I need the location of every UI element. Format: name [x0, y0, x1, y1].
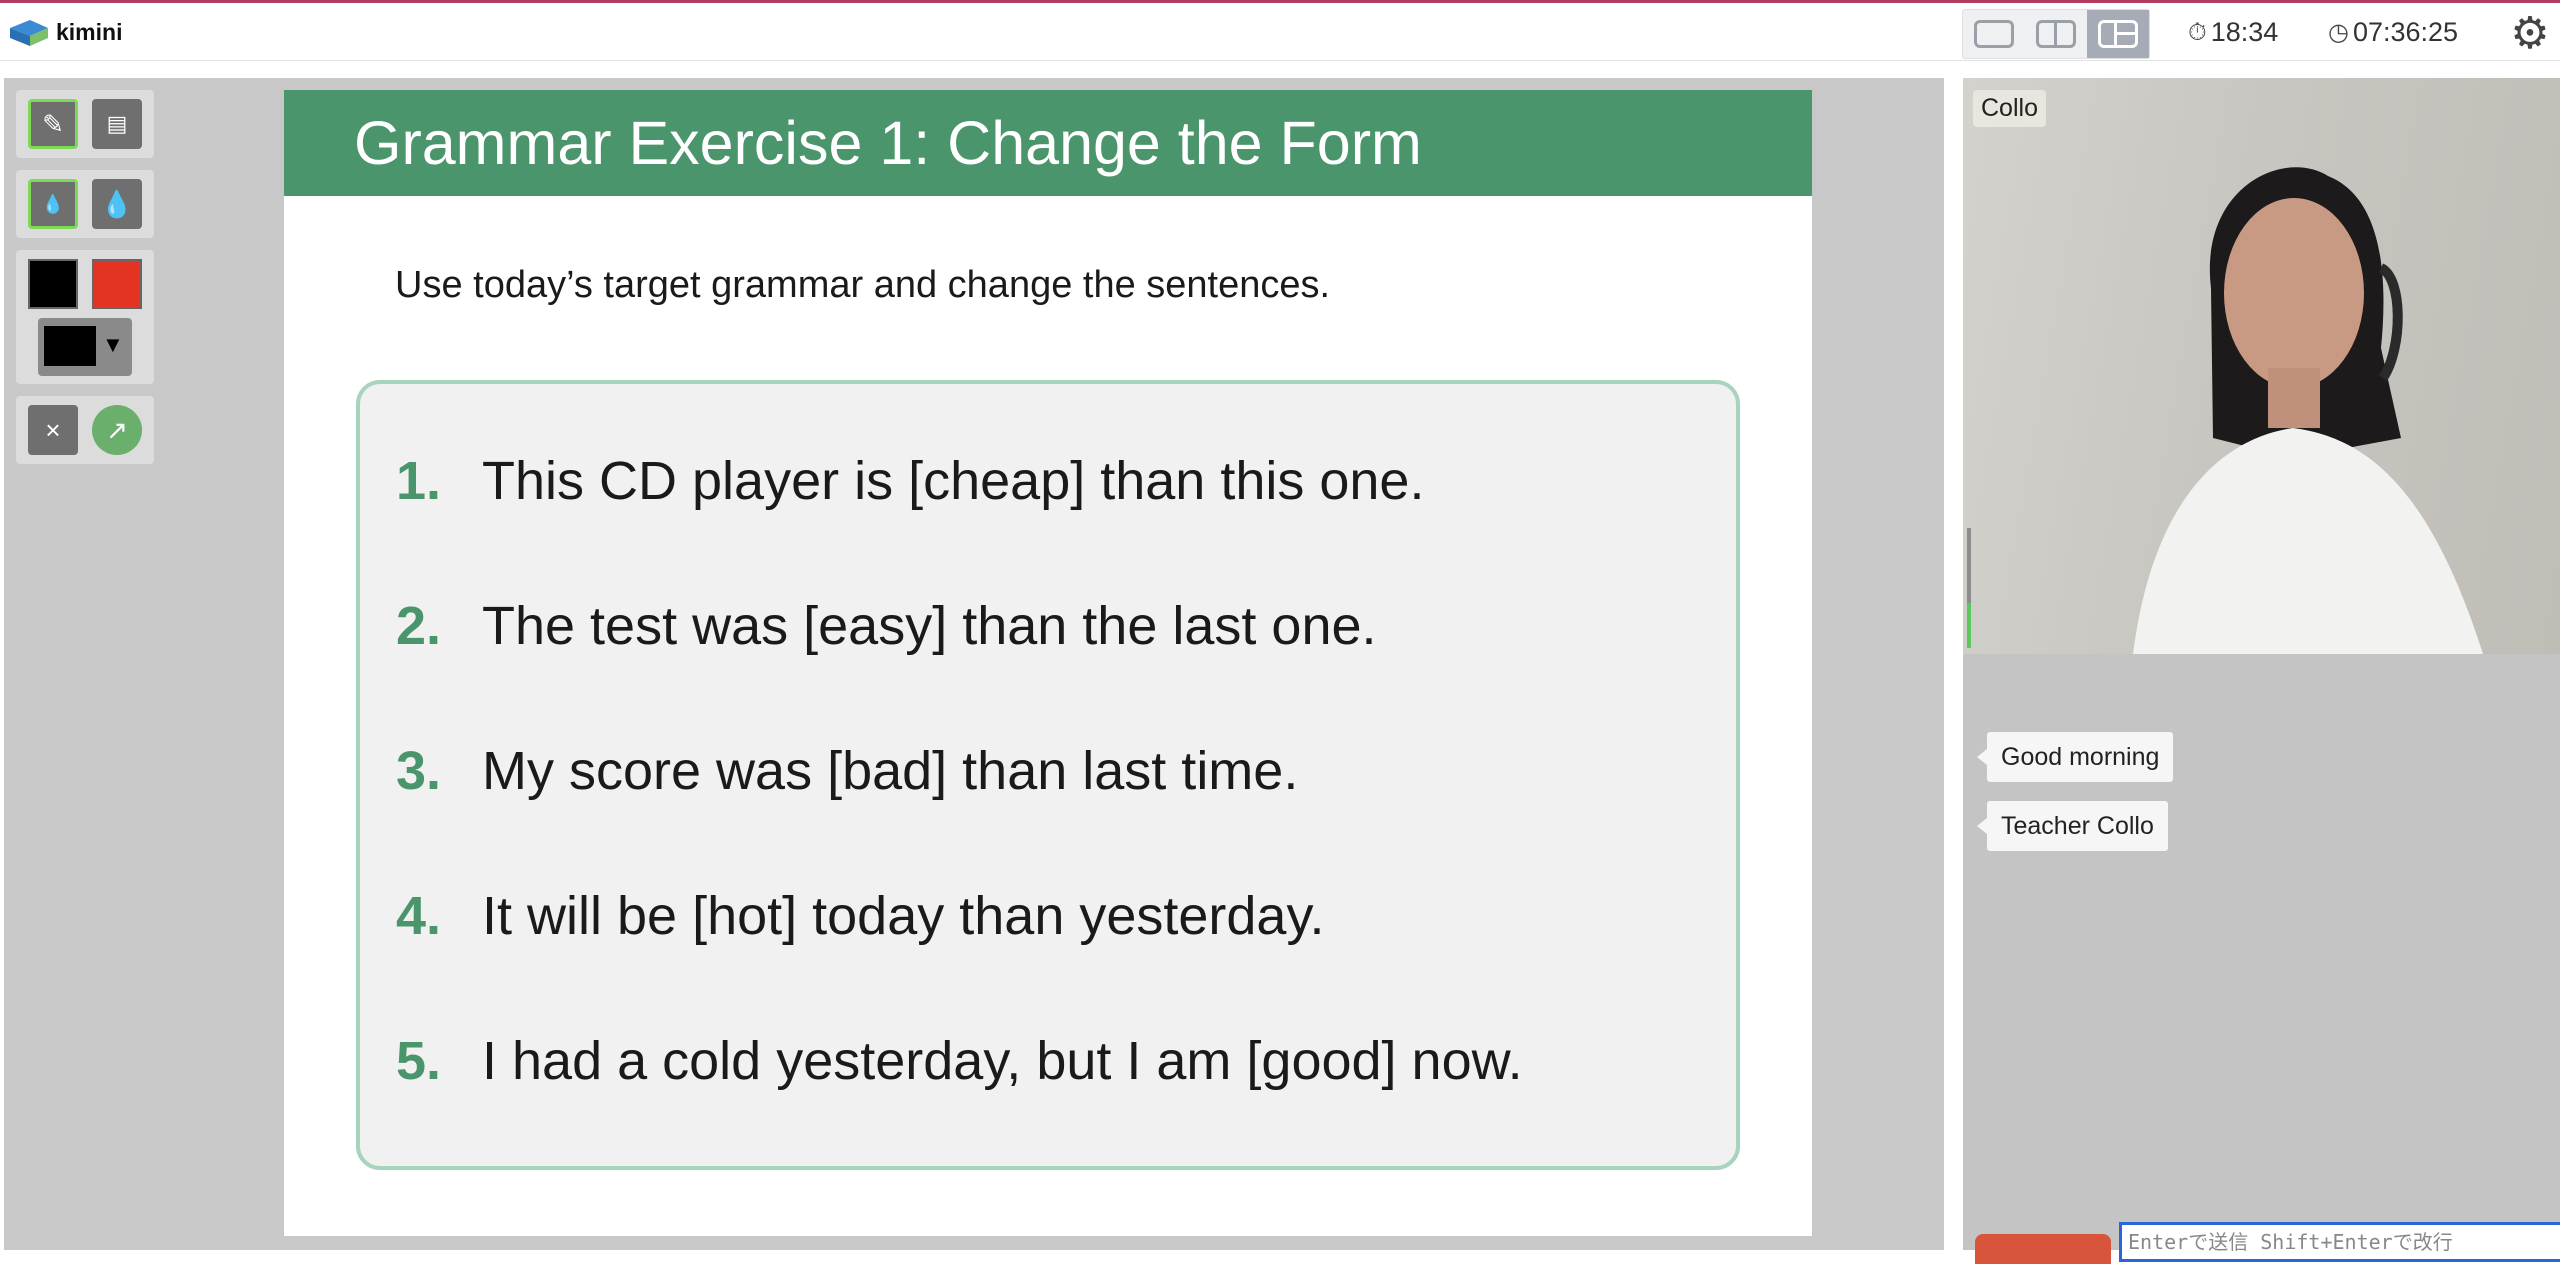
chat-input[interactable] — [2119, 1222, 2560, 1262]
teacher-video: Collo — [1963, 78, 2560, 654]
ruler-icon: ▤ — [106, 111, 128, 136]
slide-header: Grammar Exercise 1: Change the Form — [284, 90, 1812, 196]
question-box: 1. This CD player is [cheap] than this o… — [356, 380, 1740, 1170]
thin-drop-icon: 💧 — [41, 193, 65, 214]
layout-single-button[interactable] — [1963, 10, 2025, 58]
question-number: 5. — [396, 1031, 442, 1091]
pointer-button[interactable]: ↗ — [92, 405, 142, 455]
question-text: This CD player is [cheap] than this one. — [482, 451, 1425, 511]
selected-color-box — [44, 326, 96, 366]
question-number: 3. — [396, 741, 442, 801]
stopwatch-icon: ⏱ — [2188, 18, 2207, 46]
layout-split-icon — [2036, 20, 2076, 48]
send-button[interactable] — [1975, 1234, 2111, 1264]
brand-name: kimini — [56, 19, 123, 45]
volume-meter-fill — [1967, 603, 1971, 648]
clock: ◷ 07:36:25 — [2328, 17, 2458, 48]
tool-group-draw: ✎ ▤ — [16, 90, 154, 158]
tool-group-actions: × ↗ — [16, 396, 154, 464]
tool-group-color: ▼ — [16, 250, 154, 384]
top-bar: kimini ⏱ 18:34 ◷ 07:36:25 ⚙ — [0, 3, 2560, 61]
layout-main-sub-icon — [2098, 20, 2138, 48]
stopwatch-value: 18:34 — [2210, 17, 2279, 47]
question-text: The test was [easy] than the last one. — [482, 596, 1377, 656]
participant-name-tag: Collo — [1973, 90, 2046, 127]
gear-icon[interactable]: ⚙ — [2505, 9, 2555, 59]
chat-panel: Good morning Teacher Collo — [1963, 654, 2560, 1264]
question-item: 3. My score was [bad] than last time. — [396, 740, 1298, 802]
color-black-swatch[interactable] — [28, 259, 78, 309]
color-red-swatch[interactable] — [92, 259, 142, 309]
kimini-logo-icon — [10, 20, 48, 46]
question-item: 1. This CD player is [cheap] than this o… — [396, 450, 1424, 512]
tool-group-size: 💧 💧 — [16, 170, 154, 238]
arrow-up-right-icon: ↗ — [106, 414, 128, 445]
color-dropdown[interactable]: ▼ — [38, 318, 132, 376]
clock-value: 07:36:25 — [2352, 17, 2459, 47]
volume-meter — [1967, 528, 1971, 648]
thick-drop-icon: 💧 — [100, 188, 134, 219]
question-text: It will be [hot] today than yesterday. — [482, 886, 1325, 946]
question-number: 1. — [396, 451, 442, 511]
layout-main-sub-button[interactable] — [2087, 10, 2149, 58]
clear-button[interactable]: × — [28, 405, 78, 455]
question-text: My score was [bad] than last time. — [482, 741, 1299, 801]
question-item: 5. I had a cold yesterday, but I am [goo… — [396, 1030, 1523, 1092]
thick-stroke-button[interactable]: 💧 — [92, 179, 142, 229]
chevron-down-icon: ▼ — [102, 332, 124, 357]
clock-icon: ◷ — [2328, 19, 2349, 46]
close-icon: × — [45, 414, 61, 445]
stopwatch: ⏱ 18:34 — [2188, 17, 2278, 48]
layout-split-button[interactable] — [2025, 10, 2087, 58]
lesson-slide: Grammar Exercise 1: Change the Form Use … — [284, 90, 1812, 1236]
question-number: 2. — [396, 596, 442, 656]
slide-title: Grammar Exercise 1: Change the Form — [354, 109, 1422, 177]
question-text: I had a cold yesterday, but I am [good] … — [482, 1031, 1523, 1091]
layout-switcher — [1962, 9, 2150, 59]
chat-message: Good morning — [1976, 732, 2174, 782]
ruler-tool-button[interactable]: ▤ — [92, 99, 142, 149]
pen-tool-button[interactable]: ✎ — [28, 99, 78, 149]
thin-stroke-button[interactable]: 💧 — [28, 179, 78, 229]
question-item: 4. It will be [hot] today than yesterday… — [396, 885, 1324, 947]
slide-instruction: Use today’s target grammar and change th… — [395, 264, 1331, 306]
layout-single-icon — [1974, 20, 2014, 48]
chat-message: Teacher Collo — [1977, 801, 2168, 851]
teacher-figure — [2133, 167, 2483, 654]
pen-icon: ✎ — [42, 108, 64, 139]
question-number: 4. — [396, 886, 442, 946]
question-item: 2. The test was [easy] than the last one… — [396, 595, 1377, 657]
